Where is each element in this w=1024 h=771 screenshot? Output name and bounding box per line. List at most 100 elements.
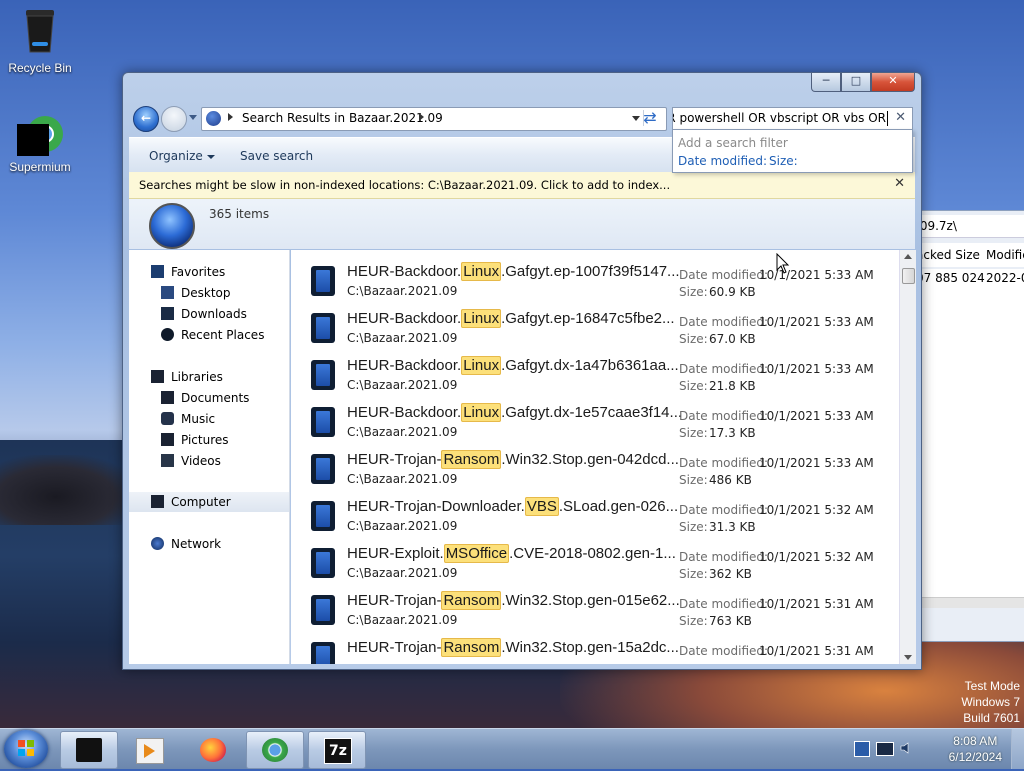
maximize-button[interactable]: □ xyxy=(841,73,871,92)
file-name-part: .CVE-2018-0802.gen-1... xyxy=(509,545,676,562)
modified-value: 2022-03 xyxy=(986,271,1024,285)
date-modified-label: Date modified: xyxy=(679,503,769,517)
chevron-right-icon[interactable] xyxy=(228,113,233,121)
search-input[interactable]: l OR powershell OR vbscript OR vbs OR ✕ xyxy=(672,107,913,131)
file-path: C:\Bazaar.2021.09 xyxy=(347,613,458,627)
network-tray-icon[interactable] xyxy=(876,742,894,756)
nav-downloads[interactable]: Downloads xyxy=(129,304,289,324)
file-icon xyxy=(311,454,335,484)
background-row[interactable]: 07 885 024 2022-03 xyxy=(916,269,1024,287)
save-search-button[interactable]: Save search xyxy=(240,149,313,163)
file-name: HEUR-Backdoor. Linux .Gafgyt.dx-1e57caae3f… xyxy=(347,403,682,422)
back-button[interactable]: ← xyxy=(133,106,159,132)
column-modified[interactable]: Modifie xyxy=(986,243,1024,267)
clock[interactable]: 8:08 AM 6/12/2024 xyxy=(949,733,1002,765)
nav-pictures[interactable]: Pictures xyxy=(129,430,289,450)
taskbar-media-player[interactable] xyxy=(120,731,178,769)
vertical-scrollbar[interactable] xyxy=(899,250,916,664)
file-name-part: HEUR-Trojan-Downloader. xyxy=(347,498,525,515)
desktop-icon-label: Recycle Bin xyxy=(8,61,72,75)
nav-desktop[interactable]: Desktop xyxy=(129,283,289,303)
file-name: HEUR-Trojan- Ransom .Win32.Stop.gen-15a2dc… xyxy=(347,638,679,657)
desktop-icon-supermium[interactable]: Supermium xyxy=(0,112,80,174)
scroll-up-icon[interactable] xyxy=(904,254,912,259)
nav-libraries[interactable]: Libraries xyxy=(129,367,289,387)
test-mode-watermark: Test Mode Windows 7 Build 7601 xyxy=(961,678,1020,726)
nav-favorites[interactable]: Favorites xyxy=(129,262,289,282)
file-name-part: .Gafgyt.ep-16847c5fbe2... xyxy=(501,310,675,327)
address-bar[interactable]: Search Results in Bazaar.2021.09 xyxy=(201,107,667,131)
file-name-part: .Win32.Stop.gen-042dcd... xyxy=(501,451,679,468)
forward-button[interactable] xyxy=(161,106,187,132)
filter-date-modified[interactable]: Date modified: xyxy=(678,154,767,168)
list-item[interactable]: HEUR-Trojan-Downloader. VBS .SLoad.gen-026… xyxy=(291,493,899,540)
desktop-icon-label: Supermium xyxy=(9,160,71,174)
date-modified-value: 10/1/2021 5:33 AM xyxy=(759,362,874,376)
search-highlight: Ransom xyxy=(441,638,502,657)
filter-size[interactable]: Size: xyxy=(769,154,798,168)
action-center-icon[interactable] xyxy=(854,741,870,757)
desktop-icon xyxy=(161,286,174,299)
desktop-icon-recycle-bin[interactable]: Recycle Bin xyxy=(0,6,80,75)
list-item[interactable]: HEUR-Backdoor. Linux .Gafgyt.dx-1a47b6361a… xyxy=(291,352,899,399)
taskbar-supermium[interactable] xyxy=(246,731,304,769)
size-label: Size: xyxy=(679,567,708,581)
column-packed-size[interactable]: acked Size xyxy=(916,248,980,262)
close-info-bar-icon[interactable]: ✕ xyxy=(894,176,905,191)
clock-date: 6/12/2024 xyxy=(948,750,1002,764)
list-item[interactable]: HEUR-Backdoor. Linux .Gafgyt.ep-16847c5fbe… xyxy=(291,305,899,352)
taskbar-7zip[interactable]: 7z xyxy=(308,731,366,769)
close-button[interactable]: ✕ xyxy=(871,73,915,92)
packed-size-value: 07 885 024 xyxy=(916,271,985,285)
search-highlight: VBS xyxy=(524,497,559,516)
explorer-window[interactable]: ─ □ ✕ ← Search Results in Bazaar.2021.09… xyxy=(122,72,922,670)
nav-network[interactable]: Network xyxy=(129,534,289,554)
nav-computer[interactable]: Computer xyxy=(129,492,289,512)
date-modified-value: 10/1/2021 5:33 AM xyxy=(759,409,874,423)
list-item[interactable]: HEUR-Trojan- Ransom .Win32.Stop.gen-15a2dc… xyxy=(291,634,899,664)
clear-search-icon[interactable]: ✕ xyxy=(895,110,906,125)
file-name-part: .Win32.Stop.gen-15a2dc... xyxy=(501,639,679,656)
nav-documents[interactable]: Documents xyxy=(129,388,289,408)
file-name: HEUR-Trojan-Downloader. VBS .SLoad.gen-026… xyxy=(347,497,678,516)
refresh-icon[interactable]: ⇄ xyxy=(639,107,661,129)
nav-music[interactable]: Music xyxy=(129,409,289,429)
nav-recent-places[interactable]: Recent Places xyxy=(129,325,289,345)
taskbar-firefox[interactable] xyxy=(184,731,242,769)
recent-pages-dropdown[interactable] xyxy=(189,115,197,120)
background-body xyxy=(916,287,1024,597)
info-bar[interactable]: Searches might be slow in non-indexed lo… xyxy=(129,172,915,199)
organize-button[interactable]: Organize xyxy=(149,149,215,163)
system-tray: 8:08 AM 6/12/2024 xyxy=(854,729,1024,769)
file-name: HEUR-Trojan- Ransom .Win32.Stop.gen-015e62… xyxy=(347,591,680,610)
show-desktop-button[interactable] xyxy=(1011,729,1024,769)
background-hscroll[interactable] xyxy=(916,597,1024,608)
nav-label: Computer xyxy=(171,495,231,509)
file-icon xyxy=(311,266,335,296)
scroll-thumb[interactable] xyxy=(902,268,915,284)
minimize-button[interactable]: ─ xyxy=(811,73,841,92)
taskbar-explorer[interactable] xyxy=(60,731,118,769)
sevenzip-icon: 7z xyxy=(324,738,352,764)
chevron-down-icon xyxy=(206,154,215,159)
watermark-line: Windows 7 xyxy=(961,695,1020,709)
scroll-down-icon[interactable] xyxy=(904,655,912,660)
file-path: C:\Bazaar.2021.09 xyxy=(347,425,458,439)
info-bar-text[interactable]: Searches might be slow in non-indexed lo… xyxy=(139,178,670,192)
search-location-icon xyxy=(206,111,221,126)
start-button[interactable] xyxy=(4,730,48,768)
list-item[interactable]: HEUR-Backdoor. Linux .Gafgyt.ep-1007f39f51… xyxy=(291,258,899,305)
list-item[interactable]: HEUR-Exploit. MSOffice .CVE-2018-0802.gen-… xyxy=(291,540,899,587)
volume-icon[interactable] xyxy=(900,741,912,755)
nav-videos[interactable]: Videos xyxy=(129,451,289,471)
caption-buttons: ─ □ ✕ xyxy=(811,73,915,93)
chevron-right-icon[interactable] xyxy=(419,113,424,121)
list-item[interactable]: HEUR-Trojan- Ransom .Win32.Stop.gen-042dcd… xyxy=(291,446,899,493)
list-item[interactable]: HEUR-Trojan- Ransom .Win32.Stop.gen-015e62… xyxy=(291,587,899,634)
list-item[interactable]: HEUR-Backdoor. Linux .Gafgyt.dx-1e57caae3f… xyxy=(291,399,899,446)
date-modified-value: 10/1/2021 5:33 AM xyxy=(759,456,874,470)
music-icon xyxy=(161,412,174,425)
background-window[interactable]: .09.7z\ acked Size Modifie 07 885 024 20… xyxy=(915,210,1024,642)
nav-label: Music xyxy=(181,412,216,426)
address-text[interactable]: Search Results in Bazaar.2021.09 xyxy=(242,111,443,125)
